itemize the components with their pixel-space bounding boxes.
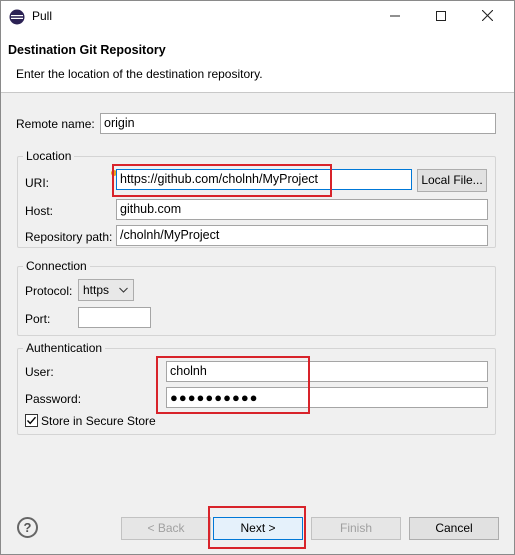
protocol-select-value: https (83, 283, 110, 297)
user-label: User: (25, 365, 54, 379)
minimize-icon (390, 15, 400, 17)
checkmark-icon (26, 416, 37, 425)
maximize-button[interactable] (418, 1, 464, 31)
connection-group-title: Connection (23, 259, 90, 273)
minimize-button[interactable] (372, 1, 418, 31)
remote-name-label: Remote name: (16, 117, 95, 131)
authentication-group-title: Authentication (23, 341, 106, 355)
finish-button[interactable]: Finish (311, 517, 401, 540)
close-icon (481, 9, 493, 22)
repository-path-label: Repository path: (25, 230, 113, 244)
host-label: Host: (25, 204, 54, 218)
host-input[interactable]: github.com (116, 199, 488, 220)
store-secure-label: Store in Secure Store (41, 414, 156, 428)
uri-input[interactable]: https://github.com/cholnh/MyProject (116, 169, 412, 190)
page-title: Destination Git Repository (8, 43, 166, 57)
next-button[interactable]: Next > (213, 517, 303, 540)
port-input[interactable] (78, 307, 151, 328)
store-secure-checkbox[interactable] (25, 414, 38, 427)
location-group-title: Location (23, 149, 75, 163)
back-button[interactable]: < Back (121, 517, 211, 540)
uri-label: URI: (25, 176, 49, 190)
password-label: Password: (25, 392, 82, 406)
pull-dialog: Pull Destination Git Repository Enter th… (0, 0, 515, 555)
page-description: Enter the location of the destination re… (16, 67, 263, 81)
help-icon[interactable]: ? (17, 517, 38, 538)
chevron-down-icon (119, 280, 128, 308)
user-input[interactable]: cholnh (166, 361, 488, 382)
protocol-select[interactable]: https (78, 279, 134, 301)
remote-name-input[interactable]: origin (100, 113, 496, 134)
local-file-button[interactable]: Local File... (417, 169, 487, 192)
repository-path-input[interactable]: /cholnh/MyProject (116, 225, 488, 246)
password-input[interactable]: ●●●●●●●●●● (166, 387, 488, 408)
maximize-icon (436, 11, 446, 21)
window-title: Pull (32, 9, 53, 23)
cancel-button[interactable]: Cancel (409, 517, 499, 540)
protocol-label: Protocol: (25, 284, 73, 298)
wizard-banner: Destination Git Repository Enter the loc… (1, 31, 514, 93)
close-button[interactable] (464, 1, 510, 31)
title-bar: Pull (1, 1, 514, 31)
port-label: Port: (25, 312, 51, 326)
eclipse-icon (9, 9, 25, 25)
